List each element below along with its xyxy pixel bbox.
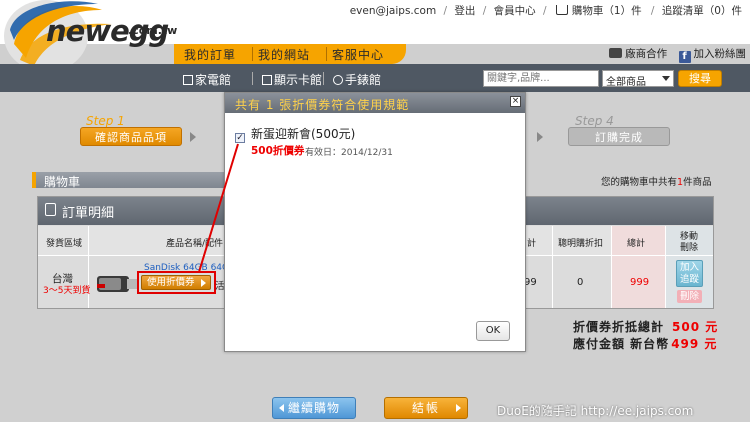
step1-button: 確認商品品項	[80, 127, 182, 146]
delete-button[interactable]: 刪除	[677, 290, 702, 303]
close-icon[interactable]: ×	[510, 96, 521, 107]
separator: /	[482, 5, 487, 17]
coupon-total-label: 折價券折抵總計	[573, 320, 665, 334]
continue-shopping-button[interactable]: 繼續購物	[272, 397, 356, 419]
blog-watermark: DuoE的隨手記 http://ee.jaips.com	[497, 404, 694, 418]
product-image[interactable]	[95, 266, 139, 298]
coupon-total-value: 500 元	[672, 320, 719, 334]
nav-my-site[interactable]: 我的網站	[258, 46, 310, 63]
account-links: even@jaips.com / 登出 / 會員中心 / 購物車（1）件 / 追…	[348, 3, 744, 18]
payable-total: 應付金額 新台幣 499 元	[573, 335, 717, 352]
member-center-link[interactable]: 會員中心	[494, 5, 536, 17]
search-category-select[interactable]: 全部商品	[602, 70, 674, 88]
th-qty: 計	[527, 239, 537, 249]
cart-count-prefix: 您的購物車中共有	[601, 177, 678, 188]
vendor-link-label: 廠商合作	[625, 48, 668, 60]
step-arrow-icon	[190, 132, 196, 142]
category-divider	[323, 72, 324, 85]
category-divider	[252, 72, 253, 85]
th-total: 總計	[627, 239, 646, 249]
payable-total-label: 應付金額 新台幣	[573, 337, 670, 351]
partner-links: 廠商合作 f 加入粉絲團	[609, 46, 746, 63]
logo-domain: .com.tw	[128, 24, 178, 37]
arrow-right-icon	[201, 279, 206, 287]
step4-label: Step 4	[575, 114, 614, 128]
column-separator	[552, 226, 553, 308]
column-separator	[611, 226, 612, 308]
cart-title: 購物車	[44, 175, 81, 189]
cart-item-count: 您的購物車中共有1件商品	[601, 174, 712, 188]
main-nav: 我的訂單 我的網站 客服中心	[174, 44, 406, 64]
coupon-name: 新蛋迎新會(500元)	[251, 127, 356, 141]
nav-divider	[326, 47, 327, 61]
arrow-right-icon	[456, 404, 461, 412]
search-input[interactable]	[483, 70, 599, 87]
th-delete: 刪除	[680, 243, 699, 253]
category-watch[interactable]: 手錶館	[333, 71, 381, 88]
facebook-icon: f	[678, 51, 691, 63]
logout-link[interactable]: 登出	[454, 5, 475, 17]
coupon-dialog-title: 共有 1 張折價券符合使用規範	[235, 98, 410, 112]
arrow-left-icon	[279, 404, 284, 412]
vendor-icon	[609, 48, 623, 58]
step1-label: Step 1	[86, 114, 125, 128]
shipping-time: 3～5天到貨	[43, 286, 91, 296]
user-email-link[interactable]: even@jaips.com	[350, 5, 436, 17]
fb-link-label: 加入粉絲團	[693, 48, 747, 60]
search-button[interactable]: 搜尋	[678, 70, 722, 87]
category-label: 家電館	[195, 73, 232, 87]
tv-icon	[183, 75, 193, 85]
ok-button[interactable]: OK	[476, 321, 510, 341]
graphics-card-icon	[262, 75, 272, 85]
use-coupon-button[interactable]: 使用折價券	[141, 275, 211, 290]
cart-icon	[555, 5, 568, 15]
add-track-label-1: 加入	[679, 262, 699, 273]
discount-value: 0	[577, 277, 584, 288]
column-separator	[665, 226, 666, 308]
coupon-total: 折價券折抵總計 500 元	[573, 318, 718, 335]
step-arrow-icon	[537, 132, 543, 142]
step4-button: 訂購完成	[568, 127, 670, 146]
cart-link[interactable]: 購物車（1）件	[554, 5, 644, 17]
total-value: 999	[630, 277, 650, 288]
fb-link[interactable]: f 加入粉絲團	[671, 48, 747, 63]
separator: /	[543, 5, 547, 17]
clipboard-icon	[45, 203, 56, 216]
th-region: 發貨區域	[46, 239, 83, 249]
payable-total-value: 499 元	[671, 337, 718, 351]
nav-my-orders[interactable]: 我的訂單	[184, 46, 236, 63]
coupon-checkbox[interactable]: ✓	[235, 133, 245, 143]
th-product: 產品名稱/配件	[166, 239, 224, 249]
separator: /	[443, 5, 448, 17]
add-to-wishlist-button[interactable]: 加入 追蹤	[676, 260, 703, 287]
checkout-button[interactable]: 結帳	[384, 397, 468, 419]
coupon-type: 500折價券	[251, 145, 305, 157]
cart-link-label: 購物車（1）件	[571, 5, 642, 17]
order-details-title: 訂單明細	[62, 206, 115, 221]
coupon-expiry: 有效日：2014/12/31	[305, 148, 393, 158]
category-label: 手錶館	[345, 73, 382, 87]
cart-count-suffix: 件商品	[683, 177, 712, 188]
continue-label: 繼續購物	[287, 401, 340, 415]
use-coupon-label: 使用折價券	[147, 277, 195, 288]
nav-customer-service[interactable]: 客服中心	[332, 46, 384, 63]
th-discount: 聰明購折扣	[558, 239, 604, 249]
vendor-link[interactable]: 廠商合作	[609, 48, 667, 60]
wishlist-link[interactable]: 追蹤清單（0）件	[662, 5, 742, 17]
category-appliance[interactable]: 家電館	[183, 71, 231, 88]
category-graphics[interactable]: 顯示卡館	[262, 71, 322, 88]
category-label: 顯示卡館	[274, 73, 323, 87]
watch-icon	[333, 75, 343, 85]
coupon-dialog: 共有 1 張折價券符合使用規範 × ✓ 新蛋迎新會(500元) 500折價券 有…	[224, 92, 526, 352]
nav-divider	[252, 47, 253, 61]
add-track-label-2: 追蹤	[679, 274, 699, 285]
separator: /	[650, 5, 655, 17]
checkout-label: 結帳	[411, 401, 440, 415]
